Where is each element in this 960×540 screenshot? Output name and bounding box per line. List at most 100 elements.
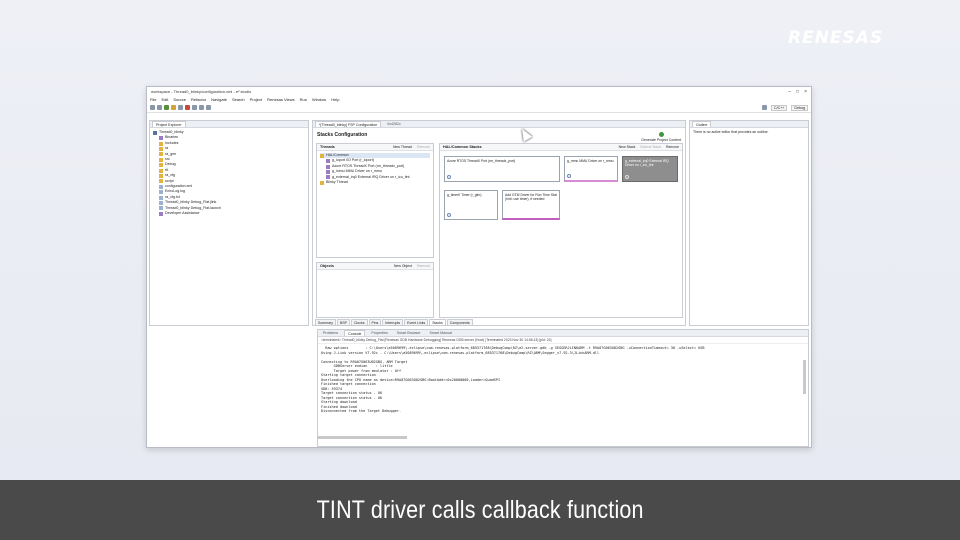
tab-stacks[interactable]: Stacks xyxy=(429,319,446,325)
file-icon xyxy=(159,184,163,189)
tab-smart-manual[interactable]: Smart Manual xyxy=(427,330,455,336)
menu-item-help[interactable]: Help xyxy=(331,97,339,102)
tab-smart-browser[interactable]: Smart Browser xyxy=(394,330,424,336)
new-thread-button[interactable]: New Thread xyxy=(393,145,412,149)
stack-module-threadx-port[interactable]: Azure RTOS ThreadX Port (rm_threadx_port… xyxy=(444,156,560,182)
tab-project-explorer[interactable]: Project Explorer xyxy=(152,121,186,127)
caption-text: TINT driver calls callback function xyxy=(316,495,644,524)
new-stack-button[interactable]: New Stack xyxy=(619,145,636,149)
tab-components[interactable]: Components xyxy=(446,319,473,325)
folder-icon xyxy=(320,180,324,185)
folder-icon xyxy=(159,141,163,146)
menu-item-window[interactable]: Window xyxy=(312,97,326,102)
info-icon xyxy=(625,175,629,179)
console-output: Raw options : C:\Users\a5089699\.eclipse… xyxy=(318,344,808,416)
maximize-icon[interactable]: □ xyxy=(796,89,799,95)
chip-icon xyxy=(159,136,163,141)
back-icon[interactable] xyxy=(199,105,204,110)
tab-bsp[interactable]: BSP xyxy=(336,319,350,325)
module-label: Azure RTOS ThreadX Port (rm_threadx_port… xyxy=(447,159,516,163)
module-icon xyxy=(326,164,330,169)
debug-icon[interactable] xyxy=(171,105,176,110)
tree-item[interactable]: Developer Assistance xyxy=(153,211,305,216)
menu-item-edit[interactable]: Edit xyxy=(161,97,168,102)
menu-item-navigate[interactable]: Navigate xyxy=(211,97,227,102)
menu-item-refactor[interactable]: Refactor xyxy=(191,97,206,102)
stack-module-mmu[interactable]: g_mmu MMU Driver on r_mmu xyxy=(564,156,618,182)
run-icon[interactable] xyxy=(164,105,169,110)
tab-properties[interactable]: Properties xyxy=(368,330,390,336)
module-label: g_timer0 Timer (r_gtm) xyxy=(447,193,482,197)
save-icon[interactable] xyxy=(150,105,155,110)
new-object-button[interactable]: New Object xyxy=(394,264,412,268)
outline-pane: Outline There is no active editor that p… xyxy=(689,120,809,326)
console-terminated-line: <terminated> Thread0_blinky Debug_Flat [… xyxy=(318,337,808,344)
perspective-cpp[interactable]: C/C++ xyxy=(771,104,788,111)
module-label: g_external_irq0 External IRQ Driver on r… xyxy=(625,159,669,168)
tab-clocks[interactable]: Clocks xyxy=(351,319,368,325)
caption-bar: TINT driver calls callback function xyxy=(0,480,960,540)
tab-fsp-configuration[interactable]: *[Thread0_blinky] FSP Configuration xyxy=(315,121,382,127)
close-icon[interactable]: × xyxy=(804,89,807,95)
generate-project-content-button[interactable]: Generate Project Content xyxy=(641,132,681,142)
console-horizontal-scrollbar[interactable] xyxy=(317,436,407,439)
menu-item-run[interactable]: Run xyxy=(300,97,307,102)
forward-icon[interactable] xyxy=(206,105,211,110)
project-tree: Thread0_blinky Binaries Includes ra ra_gen sr… xyxy=(150,128,308,219)
module-icon xyxy=(326,169,330,174)
folder-icon xyxy=(159,157,163,162)
quick-access-search-icon[interactable] xyxy=(762,105,768,110)
tab-console[interactable]: Console xyxy=(344,330,366,336)
console-line: Disconnected from the Target Debugger. xyxy=(321,409,402,413)
window-titlebar: workspace - Thread0_blinky/configuration… xyxy=(147,87,811,96)
generate-icon xyxy=(658,132,664,137)
info-icon xyxy=(447,175,451,179)
file-icon xyxy=(159,195,163,200)
tree-item-label: Developer Assistance xyxy=(165,211,200,216)
tab-address[interactable]: 0x4262c xyxy=(384,121,404,127)
stop-icon[interactable] xyxy=(185,105,190,110)
tab-summary[interactable]: Summary xyxy=(315,319,336,325)
console-vertical-scrollbar[interactable] xyxy=(803,360,806,394)
menu-item-renesas-views[interactable]: Renesas Views xyxy=(267,97,295,102)
editor-pane: *[Thread0_blinky] FSP Configuration 0x42… xyxy=(312,120,686,326)
extend-stack-button[interactable]: Extend Stack xyxy=(640,145,661,149)
menu-bar: File Edit Source Refactor Navigate Search Proj… xyxy=(147,96,811,103)
search-icon[interactable] xyxy=(192,105,197,110)
menu-item-project[interactable]: Project xyxy=(250,97,262,102)
remove-stack-button[interactable]: Remove xyxy=(666,145,679,149)
stack-module-add-gtm[interactable]: Add GTM Driver for Run Time Stat (hint: … xyxy=(502,190,560,220)
threads-panel: Threads New Thread Remove HAL/Common g_io… xyxy=(316,143,434,258)
remove-thread-button[interactable]: Remove xyxy=(417,145,430,149)
configuration-tabs: Summary BSP Clocks Pins Interrupts Event Link… xyxy=(315,319,473,325)
stack-module-external-irq[interactable]: g_external_irq0 External IRQ Driver on r… xyxy=(622,156,678,182)
remove-object-button[interactable]: Remove xyxy=(417,264,430,268)
hal-stacks-header: HAL/Common Stacks xyxy=(443,145,482,149)
perspective-debug[interactable]: Debug xyxy=(791,104,808,111)
tab-interrupts[interactable]: Interrupts xyxy=(382,319,404,325)
chip-icon xyxy=(159,211,163,216)
folder-icon xyxy=(159,152,163,157)
build-icon[interactable] xyxy=(157,105,162,110)
module-icon xyxy=(326,159,330,164)
menu-item-source[interactable]: Source xyxy=(173,97,186,102)
new-icon[interactable] xyxy=(178,105,183,110)
folder-icon xyxy=(320,153,324,158)
menu-item-search[interactable]: Search xyxy=(232,97,245,102)
threads-header: Threads xyxy=(320,145,335,149)
minimize-icon[interactable]: – xyxy=(788,89,791,95)
tab-outline[interactable]: Outline xyxy=(692,121,712,127)
console-pane: Problems Console Properties Smart Browser Sm… xyxy=(317,329,809,447)
file-icon xyxy=(159,190,163,195)
hal-stacks-panel: HAL/Common Stacks New Stack Extend Stack… xyxy=(439,143,683,318)
module-icon xyxy=(326,175,330,180)
thread-tree-item[interactable]: Blinky Thread xyxy=(320,180,430,185)
tab-event-links[interactable]: Event Links xyxy=(404,319,429,325)
stack-module-timer[interactable]: g_timer0 Timer (r_gtm) xyxy=(444,190,498,220)
project-explorer-pane: Project Explorer Thread0_blinky Binaries I… xyxy=(149,120,309,326)
tab-pins[interactable]: Pins xyxy=(368,319,382,325)
menu-item-file[interactable]: File xyxy=(150,97,156,102)
stacks-configuration-title: Stacks Configuration xyxy=(317,132,368,138)
tab-problems[interactable]: Problems xyxy=(320,330,341,336)
module-label: Add GTM Driver for Run Time Stat (hint: … xyxy=(505,193,557,202)
